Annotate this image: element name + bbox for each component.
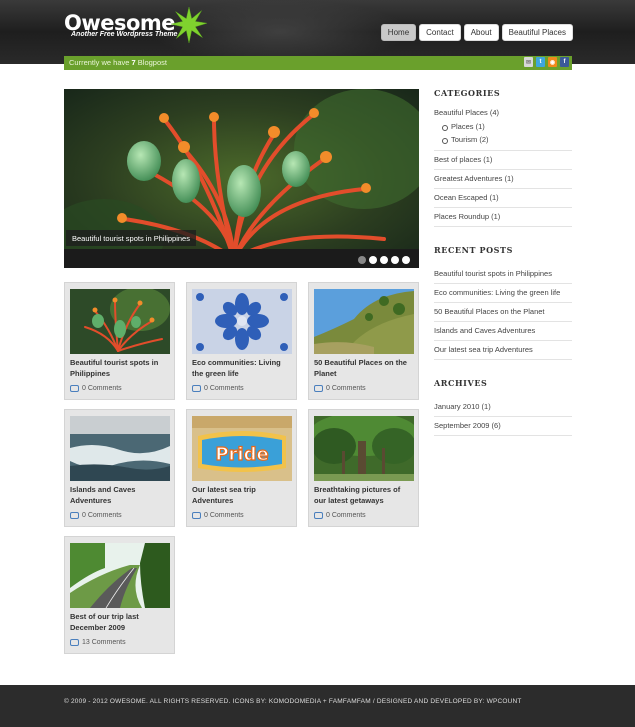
- category-best-of-places[interactable]: Best of places (1): [434, 151, 572, 170]
- category-places-roundup[interactable]: Places Roundup (1): [434, 208, 572, 227]
- category-greatest-adventures[interactable]: Greatest Adventures (1): [434, 170, 572, 189]
- svg-text:Pride: Pride: [215, 444, 268, 465]
- facebook-icon[interactable]: f: [560, 57, 569, 67]
- nav-beautiful-places[interactable]: Beautiful Places: [501, 24, 573, 41]
- category-places[interactable]: Places (1): [434, 120, 572, 133]
- comment-icon: [314, 512, 323, 519]
- comment-count[interactable]: 0 Comments: [82, 385, 122, 392]
- post-title[interactable]: 50 Beautiful Places on the Planet: [314, 358, 414, 379]
- category-tourism[interactable]: Tourism (2): [434, 133, 572, 146]
- post-comments[interactable]: 0 Comments: [314, 512, 366, 519]
- slider-dots: [358, 256, 410, 264]
- recent-post-link[interactable]: Eco communities: Living the green life: [434, 284, 572, 303]
- header: Owesome Another Free Wordpress Theme Hom…: [0, 0, 635, 64]
- archive-link[interactable]: January 2010 (1): [434, 398, 572, 417]
- post-card[interactable]: Beautiful tourist spots in Philippines 0…: [64, 282, 175, 400]
- comment-icon: [70, 639, 79, 646]
- archive-link[interactable]: September 2009 (6): [434, 417, 572, 436]
- category-ocean-escaped[interactable]: Ocean Escaped (1): [434, 189, 572, 208]
- post-thumbnail[interactable]: [314, 416, 414, 481]
- category-beautiful-places[interactable]: Beautiful Places (4): [434, 108, 572, 120]
- post-card[interactable]: Best of our trip last December 2009 13 C…: [64, 536, 175, 654]
- categories-list: Beautiful Places (4) Places (1) Tourism …: [434, 108, 572, 227]
- blogpost-count-text: Currently we have 7 Blogpost: [69, 58, 167, 67]
- post-comments[interactable]: 0 Comments: [192, 385, 244, 392]
- post-comments[interactable]: 0 Comments: [192, 512, 244, 519]
- slider-dot-3[interactable]: [380, 256, 388, 264]
- slide-caption[interactable]: Beautiful tourist spots in Philippines: [66, 230, 196, 246]
- comment-icon: [192, 512, 201, 519]
- post-comments[interactable]: 13 Comments: [70, 639, 126, 646]
- comment-count[interactable]: 0 Comments: [204, 512, 244, 519]
- slider-dot-4[interactable]: [391, 256, 399, 264]
- post-comments[interactable]: 0 Comments: [70, 385, 122, 392]
- recent-post-link[interactable]: Islands and Caves Adventures: [434, 322, 572, 341]
- post-thumbnail[interactable]: [70, 543, 170, 608]
- footer-copyright: © 2009 - 2012 OWESOME. ALL RIGHTS RESERV…: [64, 698, 522, 705]
- email-icon[interactable]: ✉: [524, 57, 533, 67]
- comment-count[interactable]: 0 Comments: [82, 512, 122, 519]
- archives-list: January 2010 (1) September 2009 (6): [434, 398, 572, 436]
- category-group: Beautiful Places (4) Places (1) Tourism …: [434, 108, 572, 151]
- post-thumbnail[interactable]: [192, 289, 292, 354]
- recent-posts-list: Beautiful tourist spots in Philippines E…: [434, 265, 572, 360]
- post-title[interactable]: Our latest sea trip Adventures: [192, 485, 292, 506]
- comment-icon: [70, 512, 79, 519]
- comment-icon: [70, 385, 79, 392]
- slider-dot-2[interactable]: [369, 256, 377, 264]
- footer: © 2009 - 2012 OWESOME. ALL RIGHTS RESERV…: [0, 685, 635, 727]
- recent-post-link[interactable]: Beautiful tourist spots in Philippines: [434, 265, 572, 284]
- comment-icon: [314, 385, 323, 392]
- main-nav: Home Contact About Beautiful Places: [380, 24, 573, 41]
- comment-count[interactable]: 13 Comments: [82, 639, 126, 646]
- count-suffix: Blogpost: [135, 58, 167, 67]
- nav-contact[interactable]: Contact: [419, 24, 461, 41]
- slider-dot-5[interactable]: [402, 256, 410, 264]
- comment-icon: [192, 385, 201, 392]
- post-title[interactable]: Eco communities: Living the green life: [192, 358, 292, 379]
- recent-post-link[interactable]: 50 Beautiful Places on the Planet: [434, 303, 572, 322]
- post-card[interactable]: Islands and Caves Adventures 0 Comments: [64, 409, 175, 527]
- recent-post-link[interactable]: Our latest sea trip Adventures: [434, 341, 572, 360]
- twitter-icon[interactable]: t: [536, 57, 545, 67]
- post-card[interactable]: Breathtaking pictures of our latest geta…: [308, 409, 419, 527]
- site-tagline: Another Free Wordpress Theme: [71, 31, 178, 38]
- archives-heading: ARCHIVES: [434, 378, 488, 388]
- post-title[interactable]: Breathtaking pictures of our latest geta…: [314, 485, 414, 506]
- post-title[interactable]: Beautiful tourist spots in Philippines: [70, 358, 170, 379]
- sidebar: CATEGORIES Beautiful Places (4) Places (…: [434, 88, 572, 436]
- post-thumbnail[interactable]: [70, 416, 170, 481]
- post-card[interactable]: Eco communities: Living the green life 0…: [186, 282, 297, 400]
- post-thumbnail[interactable]: [314, 289, 414, 354]
- post-comments[interactable]: 0 Comments: [314, 385, 366, 392]
- featured-slider[interactable]: Beautiful tourist spots in Philippines: [64, 89, 419, 268]
- comment-count[interactable]: 0 Comments: [326, 385, 366, 392]
- post-thumbnail[interactable]: [70, 289, 170, 354]
- categories-heading: CATEGORIES: [434, 88, 501, 98]
- slider-controls: [64, 249, 419, 268]
- nav-about[interactable]: About: [463, 24, 499, 41]
- rss-icon[interactable]: ◉: [548, 57, 557, 67]
- slider-dot-1[interactable]: [358, 256, 366, 264]
- recent-posts-heading: RECENT POSTS: [434, 245, 513, 255]
- info-bar: Currently we have 7 Blogpost ✉ t ◉ f: [64, 56, 572, 70]
- nav-home[interactable]: Home: [380, 24, 417, 41]
- post-title[interactable]: Best of our trip last December 2009: [70, 612, 170, 633]
- comment-count[interactable]: 0 Comments: [204, 385, 244, 392]
- post-title[interactable]: Islands and Caves Adventures: [70, 485, 170, 506]
- post-card[interactable]: 50 Beautiful Places on the Planet 0 Comm…: [308, 282, 419, 400]
- count-prefix: Currently we have: [69, 58, 132, 67]
- starburst-logo-icon: [170, 7, 208, 43]
- comment-count[interactable]: 0 Comments: [326, 512, 366, 519]
- post-thumbnail[interactable]: Pride: [192, 416, 292, 481]
- post-card[interactable]: Pride Our latest sea trip Adventures 0 C…: [186, 409, 297, 527]
- post-comments[interactable]: 0 Comments: [70, 512, 122, 519]
- social-icons: ✉ t ◉ f: [524, 57, 569, 67]
